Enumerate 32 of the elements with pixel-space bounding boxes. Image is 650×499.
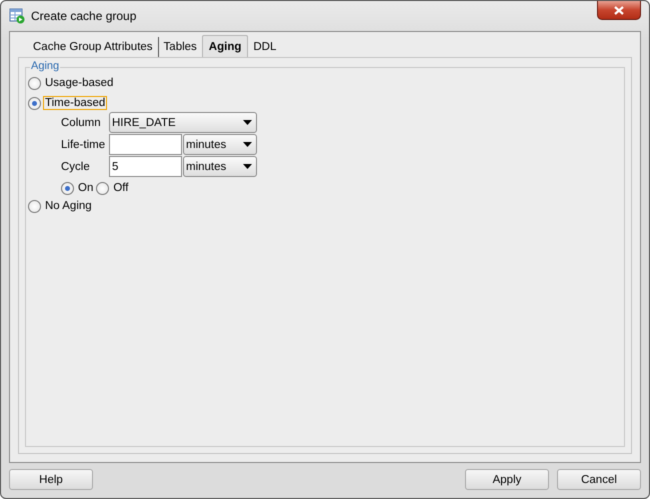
radio-button[interactable] <box>61 182 74 194</box>
dropdown-arrow-icon <box>243 120 252 125</box>
dropdown-arrow-icon <box>243 142 252 147</box>
window-title: Create cache group <box>31 9 136 23</box>
column-dropdown[interactable]: HIRE_DATE <box>109 112 257 133</box>
radio-label[interactable]: On <box>76 181 96 195</box>
dialog-button[interactable]: Cancel <box>557 469 641 490</box>
close-icon <box>614 6 624 14</box>
radio-button[interactable] <box>28 200 41 212</box>
field-label: Cycle <box>61 160 91 172</box>
field-label: Column <box>61 116 102 128</box>
radio-button[interactable] <box>28 96 41 110</box>
tab[interactable]: Aging <box>202 35 248 57</box>
dropdown-arrow-icon <box>243 164 252 169</box>
radio-button[interactable] <box>96 182 110 194</box>
help-button[interactable]: Help <box>9 469 93 490</box>
field-label: Life-time <box>61 138 106 150</box>
unit-dropdown[interactable]: minutes <box>183 134 257 155</box>
radio-label[interactable]: Time-based <box>43 96 108 110</box>
tab[interactable]: DDL <box>248 37 282 57</box>
group-title: Aging <box>30 60 60 72</box>
radio-button[interactable] <box>28 76 41 90</box>
lifetime-field[interactable] <box>109 134 182 155</box>
radio-label[interactable]: No Aging <box>43 199 94 213</box>
dialog-button[interactable]: Apply <box>465 469 549 490</box>
tab[interactable]: Cache Group Attributes <box>28 37 158 57</box>
radio-label[interactable]: Usage-based <box>43 76 116 90</box>
table-icon <box>9 8 25 24</box>
close-button[interactable] <box>597 1 641 20</box>
unit-dropdown[interactable]: minutes <box>183 156 257 177</box>
cycle-field[interactable]: 5 <box>109 156 182 177</box>
radio-label[interactable]: Off <box>111 181 130 195</box>
